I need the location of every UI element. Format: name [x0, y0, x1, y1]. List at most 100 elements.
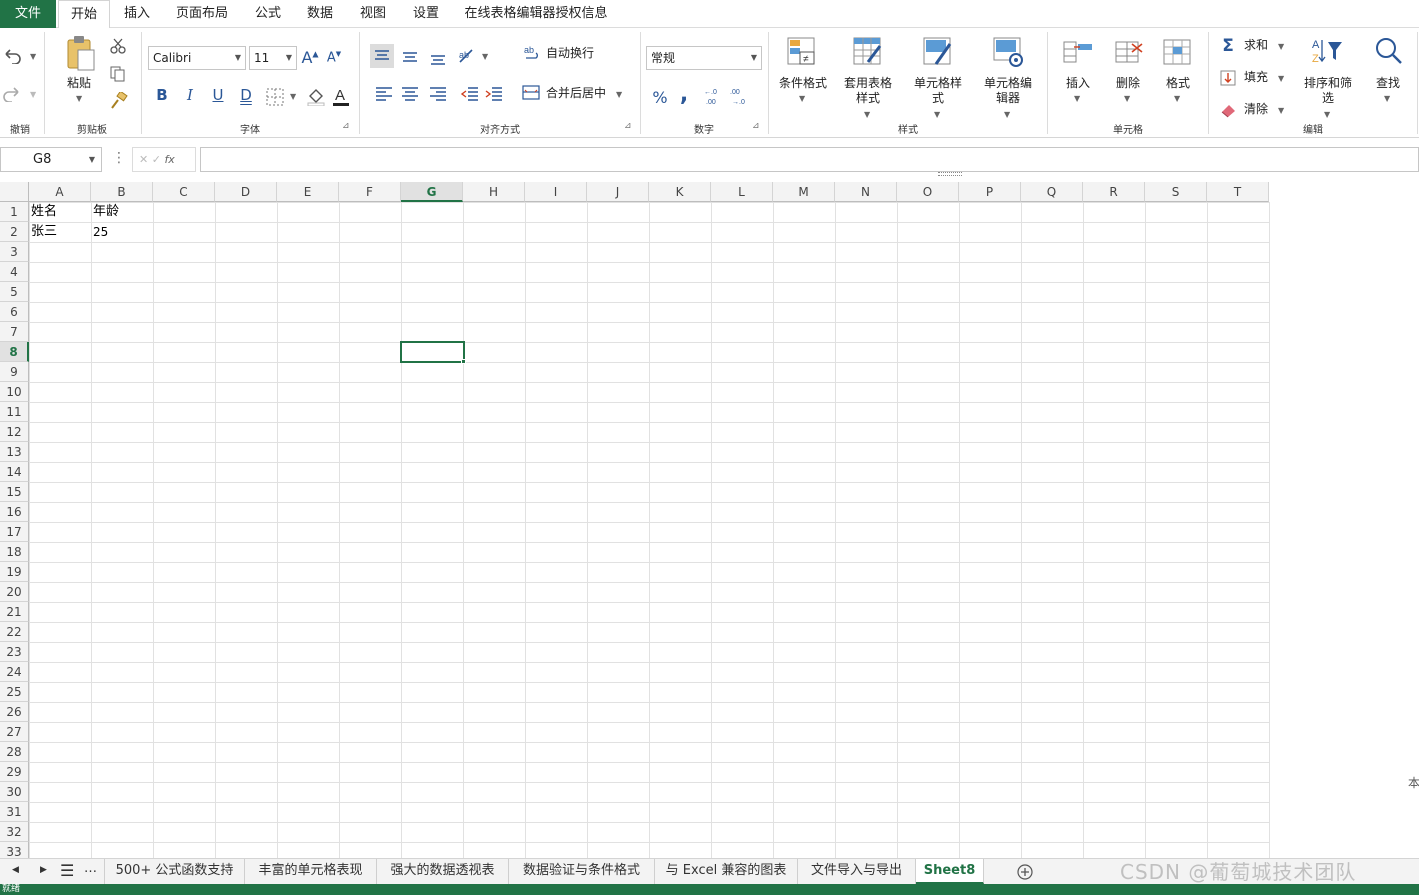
- clear-dropdown-icon[interactable]: ▼: [1278, 106, 1284, 115]
- conditional-format-button[interactable]: 条件格式: [774, 76, 832, 91]
- column-header-b[interactable]: B: [91, 182, 153, 202]
- double-underline-button[interactable]: D: [236, 86, 256, 104]
- spreadsheet-grid[interactable]: ABCDEFGHIJKLMNOPQRST 1 2 3 4 5 6 7 8 9 10 11 12 13 14…: [0, 182, 1419, 858]
- format-cells-dropdown-icon[interactable]: ▼: [1174, 94, 1180, 103]
- file-tab[interactable]: 文件: [0, 0, 56, 28]
- column-header-a[interactable]: A: [29, 182, 91, 202]
- column-header-f[interactable]: F: [339, 182, 401, 202]
- delete-cells-button[interactable]: 删除: [1108, 76, 1148, 91]
- row-header-11[interactable]: 11: [0, 402, 29, 422]
- tab-license-info[interactable]: 在线表格编辑器授权信息: [458, 0, 614, 28]
- row-header-32[interactable]: 32: [0, 822, 29, 842]
- sort-filter-button[interactable]: 排序和筛选: [1298, 76, 1358, 106]
- cell-style-dropdown-icon[interactable]: ▼: [934, 110, 940, 119]
- sheet-list-icon[interactable]: ☰: [60, 861, 74, 880]
- column-header-e[interactable]: E: [277, 182, 339, 202]
- scroll-left-icon[interactable]: ◀: [12, 865, 19, 875]
- fill-dropdown-icon[interactable]: ▼: [1278, 74, 1284, 83]
- row-header-4[interactable]: 4: [0, 262, 29, 282]
- row-header-8[interactable]: 8: [0, 342, 29, 362]
- wrap-text-icon[interactable]: ab: [522, 44, 542, 64]
- paste-dropdown-icon[interactable]: ▼: [76, 94, 82, 103]
- function-icon[interactable]: fx: [164, 153, 174, 166]
- column-header-m[interactable]: M: [773, 182, 835, 202]
- sheet-tab-import-export[interactable]: 文件导入与导出: [798, 859, 916, 884]
- row-header-10[interactable]: 10: [0, 382, 29, 402]
- row-header-6[interactable]: 6: [0, 302, 29, 322]
- row-header-28[interactable]: 28: [0, 742, 29, 762]
- increase-indent-icon[interactable]: [484, 84, 504, 104]
- align-middle-icon[interactable]: [398, 44, 422, 68]
- select-all-corner[interactable]: [0, 182, 29, 202]
- column-header-o[interactable]: O: [897, 182, 959, 202]
- tab-view[interactable]: 视图: [350, 0, 396, 28]
- row-header-16[interactable]: 16: [0, 502, 29, 522]
- delete-cells-icon[interactable]: [1114, 38, 1146, 66]
- row-header-25[interactable]: 25: [0, 682, 29, 702]
- formula-input[interactable]: [200, 147, 1419, 172]
- autosum-icon[interactable]: Σ: [1218, 36, 1238, 56]
- autosum-dropdown-icon[interactable]: ▼: [1278, 42, 1284, 51]
- column-header-l[interactable]: L: [711, 182, 773, 202]
- tab-page-layout[interactable]: 页面布局: [168, 0, 236, 28]
- number-format-select[interactable]: 常规 ▼: [646, 46, 762, 70]
- tab-home[interactable]: 开始: [58, 0, 110, 29]
- tab-settings[interactable]: 设置: [404, 0, 448, 28]
- align-bottom-icon[interactable]: [426, 44, 450, 68]
- more-options-icon[interactable]: ⋮: [112, 150, 126, 166]
- redo-dropdown-icon[interactable]: ▼: [30, 90, 36, 99]
- merge-dropdown-icon[interactable]: ▼: [616, 90, 622, 99]
- clear-button[interactable]: 清除: [1244, 102, 1274, 117]
- cell-b2[interactable]: 25: [91, 222, 153, 242]
- font-color-icon[interactable]: A: [332, 86, 350, 108]
- tab-data[interactable]: 数据: [298, 0, 342, 28]
- find-dropdown-icon[interactable]: ▼: [1384, 94, 1390, 103]
- underline-button[interactable]: U: [208, 86, 228, 104]
- border-dropdown-icon[interactable]: ▼: [290, 92, 296, 101]
- confirm-icon[interactable]: ✓: [152, 153, 161, 166]
- row-header-13[interactable]: 13: [0, 442, 29, 462]
- sheet-tab-formulas[interactable]: 500+ 公式函数支持: [104, 859, 245, 884]
- redo-icon[interactable]: [2, 84, 22, 102]
- alignment-launcher-icon[interactable]: ⊿: [624, 121, 632, 131]
- cancel-icon[interactable]: ✕: [139, 153, 148, 166]
- column-header-h[interactable]: H: [463, 182, 525, 202]
- fill-color-icon[interactable]: [306, 86, 326, 106]
- table-style-button[interactable]: 套用表格 样式: [840, 76, 896, 106]
- row-header-30[interactable]: 30: [0, 782, 29, 802]
- row-header-14[interactable]: 14: [0, 462, 29, 482]
- row-header-21[interactable]: 21: [0, 602, 29, 622]
- fill-handle[interactable]: [461, 359, 466, 364]
- row-header-17[interactable]: 17: [0, 522, 29, 542]
- row-header-31[interactable]: 31: [0, 802, 29, 822]
- row-header-5[interactable]: 5: [0, 282, 29, 302]
- cell-a1[interactable]: 姓名: [29, 202, 91, 222]
- sheet-tab-validation[interactable]: 数据验证与条件格式: [509, 859, 655, 884]
- row-header-15[interactable]: 15: [0, 482, 29, 502]
- cell-editor-dropdown-icon[interactable]: ▼: [1004, 110, 1010, 119]
- number-launcher-icon[interactable]: ⊿: [752, 121, 760, 131]
- decrease-font-size-icon[interactable]: A▼: [324, 50, 344, 65]
- selected-cell-g8[interactable]: [400, 341, 465, 363]
- scroll-right-icon[interactable]: ▶: [40, 865, 47, 875]
- increase-font-size-icon[interactable]: A▲: [300, 48, 320, 67]
- percent-button[interactable]: %: [650, 88, 670, 107]
- font-size-select[interactable]: 11 ▼: [249, 46, 297, 70]
- row-header-7[interactable]: 7: [0, 322, 29, 342]
- formula-resize-handle[interactable]: [938, 172, 962, 176]
- column-header-k[interactable]: K: [649, 182, 711, 202]
- fill-down-icon[interactable]: [1220, 70, 1238, 88]
- row-header-22[interactable]: 22: [0, 622, 29, 642]
- add-sheet-icon[interactable]: [1017, 864, 1033, 880]
- find-button[interactable]: 查找: [1368, 76, 1408, 91]
- cell-style-button[interactable]: 单元格样式: [908, 76, 968, 106]
- tab-insert[interactable]: 插入: [114, 0, 160, 28]
- conditional-format-dropdown-icon[interactable]: ▼: [799, 94, 805, 103]
- column-header-n[interactable]: N: [835, 182, 897, 202]
- sheet-tab-sheet8[interactable]: Sheet8: [916, 859, 984, 884]
- cell-b1[interactable]: 年龄: [91, 202, 153, 222]
- align-left-icon[interactable]: [374, 84, 394, 104]
- row-header-26[interactable]: 26: [0, 702, 29, 722]
- column-header-g[interactable]: G: [401, 182, 463, 202]
- cell-editor-icon[interactable]: [992, 36, 1024, 68]
